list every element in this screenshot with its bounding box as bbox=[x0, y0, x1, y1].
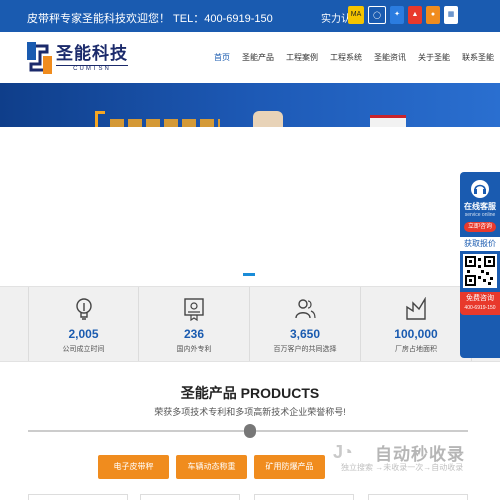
lightbulb-icon bbox=[73, 297, 95, 321]
welcome-text: 皮带秤专家圣能科技欢迎您！ TEL：400-6919-150 bbox=[27, 13, 273, 25]
category-button-belt-scale[interactable]: 电子皮带秤 bbox=[98, 455, 169, 479]
cnas-icon: ◯ bbox=[368, 6, 386, 24]
hero-banner[interactable] bbox=[0, 83, 500, 127]
top-bar: 皮带秤专家圣能科技欢迎您！ TEL：400-6919-150 实力认证 MA ◯… bbox=[0, 0, 500, 32]
online-service-label[interactable]: 在线客服 bbox=[460, 201, 500, 212]
hotline-number: 400-6919-150 bbox=[460, 304, 500, 315]
site-header: 圣能科技 CUMTSN 首页 圣能产品 工程案例 工程系统 圣能资讯 关于圣能 … bbox=[0, 32, 500, 83]
stat-value: 2,005 bbox=[68, 327, 99, 341]
qr-code-icon bbox=[463, 254, 497, 288]
watermark-slogan: 独立搜索 →未收录一次→自动收录 bbox=[341, 463, 464, 472]
stat-patents: 236 国内外专利 bbox=[139, 287, 250, 361]
products-title: 圣能产品 PRODUCTS bbox=[180, 385, 320, 401]
nav-item-products[interactable]: 圣能产品 bbox=[236, 32, 280, 83]
ma-badge-icon: MA bbox=[348, 6, 364, 24]
building-icon bbox=[405, 296, 427, 321]
certificate-icon bbox=[183, 297, 205, 322]
products-subtitle: 荣获多项技术专利和多项高新技术企业荣誉称号! bbox=[154, 407, 346, 417]
cma-icon: ✦ bbox=[390, 6, 404, 24]
nav-item-home[interactable]: 首页 bbox=[208, 32, 236, 83]
product-card[interactable] bbox=[368, 494, 468, 500]
product-card[interactable] bbox=[140, 494, 240, 500]
category-button-mining-explosion-proof[interactable]: 矿用防爆产品 bbox=[254, 455, 325, 479]
stat-label: 公司成立时间 bbox=[62, 346, 105, 353]
get-quote-button[interactable]: 获取报价 bbox=[460, 237, 500, 251]
banner-product-image bbox=[253, 111, 283, 127]
logo-text-en: CUMTSN bbox=[56, 65, 128, 72]
stat-value: 3,650 bbox=[289, 327, 321, 341]
medal-icon: ● bbox=[426, 6, 440, 24]
free-consult-label[interactable]: 免费咨询 bbox=[460, 292, 500, 304]
nav-item-systems[interactable]: 工程系统 bbox=[324, 32, 368, 83]
users-icon bbox=[294, 297, 316, 321]
stat-label: 百万客户的共同选择 bbox=[273, 346, 337, 353]
stat-founded: 2,005 公司成立时间 bbox=[28, 287, 139, 361]
stat-label: 厂房占地面积 bbox=[395, 346, 437, 353]
banner-device-image bbox=[370, 115, 406, 127]
category-button-vehicle-weighing[interactable]: 车辆动态称重 bbox=[176, 455, 247, 479]
headset-icon bbox=[471, 180, 489, 198]
nav-item-contact[interactable]: 联系圣能 bbox=[456, 32, 500, 83]
watermark-logo-icon: J◔ bbox=[333, 442, 353, 462]
stat-label: 国内外专利 bbox=[176, 346, 212, 353]
stat-value: 236 bbox=[183, 327, 205, 341]
stat-value: 100,000 bbox=[394, 327, 438, 341]
divider-knob-icon bbox=[244, 424, 256, 438]
banner-heading-shape bbox=[110, 119, 220, 127]
ce-icon: ▦ bbox=[444, 6, 458, 24]
consult-now-button[interactable]: 立即咨询 bbox=[464, 222, 496, 232]
logo-mark-icon bbox=[27, 42, 52, 74]
logo-text-cn: 圣能科技 bbox=[56, 44, 128, 64]
banner-bracket-shape bbox=[95, 111, 105, 127]
nav-item-about[interactable]: 关于圣能 bbox=[412, 32, 456, 83]
nav-item-cases[interactable]: 工程案例 bbox=[280, 32, 324, 83]
floating-service-widget: 在线客服 service online 立即咨询 获取报价 免费咨询 400-6… bbox=[460, 172, 500, 358]
stat-area: 100,000 厂房占地面积 bbox=[361, 287, 472, 361]
main-nav: 首页 圣能产品 工程案例 工程系统 圣能资讯 关于圣能 联系圣能 bbox=[208, 32, 500, 83]
stats-strip: 2,005 公司成立时间 236 国内外专利 3,650 百万客户的共同选择 1… bbox=[0, 286, 500, 362]
site-logo[interactable]: 圣能科技 CUMTSN bbox=[27, 42, 128, 74]
product-card[interactable] bbox=[28, 494, 128, 500]
flame-icon: ▲ bbox=[408, 6, 422, 24]
product-card[interactable] bbox=[254, 494, 354, 500]
nav-item-news[interactable]: 圣能资讯 bbox=[368, 32, 412, 83]
stat-customers: 3,650 百万客户的共同选择 bbox=[250, 287, 361, 361]
cert-icons: MA ◯ ✦ ▲ ● ▦ bbox=[348, 6, 458, 24]
online-service-en: service online bbox=[464, 212, 496, 218]
watermark: J◔ 自动秒收录 独立搜索 →未收录一次→自动收录 bbox=[333, 440, 493, 476]
slider-indicator[interactable] bbox=[243, 273, 255, 276]
